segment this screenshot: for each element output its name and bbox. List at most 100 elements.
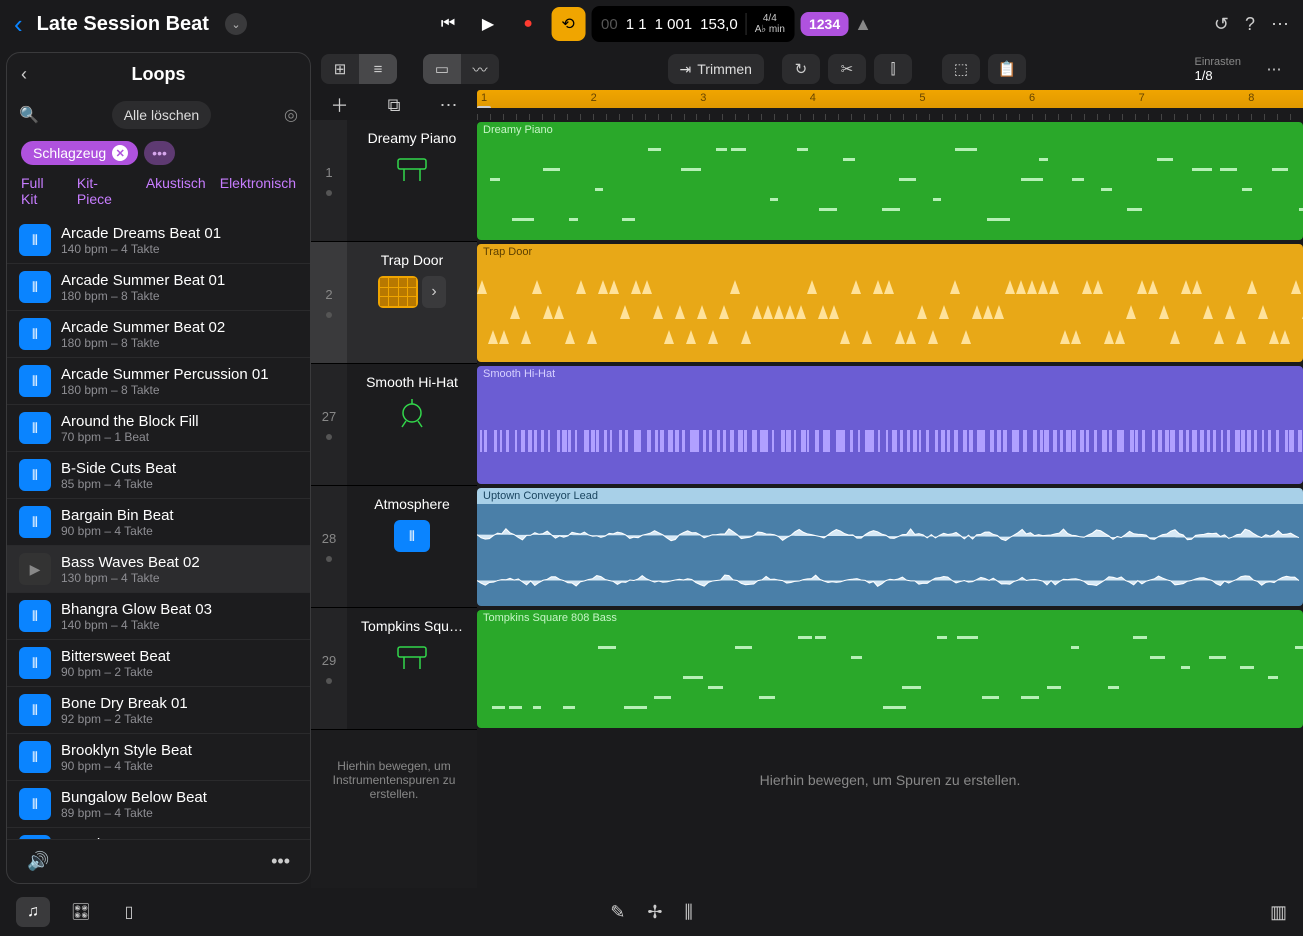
subtag-3[interactable]: Elektronisch xyxy=(220,175,296,207)
track-number: 27 xyxy=(322,409,336,424)
empty-region-hint[interactable]: Hierhin bewegen, um Spuren zu erstellen. xyxy=(477,730,1303,830)
loop-type-icon: ⫴ xyxy=(19,647,51,679)
pencil-tool-button[interactable]: ✎ xyxy=(610,902,625,923)
loop-type-icon: ⫴ xyxy=(19,694,51,726)
add-track-button[interactable]: ＋ xyxy=(331,92,349,118)
track-more-button[interactable]: ⋯ xyxy=(1255,54,1293,84)
loop-item[interactable]: ▶ Bass Waves Beat 02 130 bpm – 4 Takte xyxy=(7,546,310,593)
loop-item[interactable]: ⫴ Canal For Days Beat 01 160 bpm – 8 Bar… xyxy=(7,828,310,839)
active-tag-pill[interactable]: Schlagzeug ✕ xyxy=(21,141,138,165)
loop-item[interactable]: ⫴ Arcade Dreams Beat 01 140 bpm – 4 Takt… xyxy=(7,217,310,264)
metronome-button[interactable]: ▲ xyxy=(854,14,872,35)
filter-icon[interactable]: ◎ xyxy=(284,105,298,125)
loop-meta: 90 bpm – 2 Takte xyxy=(61,665,170,679)
time-signature: 4/4 xyxy=(763,13,777,24)
play-button[interactable]: ▶ xyxy=(471,7,505,41)
loop-meta: 180 bpm – 8 Takte xyxy=(61,289,225,303)
undo-button[interactable]: ↺ xyxy=(1214,14,1229,35)
lcd-tempo: 153,0 xyxy=(700,16,738,33)
mixer-button[interactable]: 🎛 xyxy=(64,897,98,927)
keyboard-button[interactable]: ▥ xyxy=(1270,902,1287,923)
sliders-icon[interactable]: ⫼ xyxy=(684,902,692,923)
loop-item[interactable]: ⫴ Brooklyn Style Beat 90 bpm – 4 Takte xyxy=(7,734,310,781)
grid-view-button[interactable]: ⊞ xyxy=(321,54,359,84)
back-button[interactable]: ‹ xyxy=(14,9,23,40)
track-name: Tompkins Squ… xyxy=(361,618,463,634)
editor-button[interactable]: ▯ xyxy=(112,897,146,927)
track-header[interactable]: 29 Tompkins Squ… xyxy=(311,608,477,730)
subtag-1[interactable]: Kit-Piece xyxy=(77,175,132,207)
snap-selector[interactable]: Einrasten 1/8 xyxy=(1195,56,1241,83)
loop-item[interactable]: ⫴ Arcade Summer Beat 01 180 bpm – 8 Takt… xyxy=(7,264,310,311)
loop-meta: 180 bpm – 8 Takte xyxy=(61,383,269,397)
volume-icon[interactable]: 🔊 xyxy=(27,851,49,872)
project-menu-button[interactable]: ⌄ xyxy=(225,13,247,35)
loop-meta: 130 bpm – 4 Takte xyxy=(61,571,200,585)
lcd-bars: 1 1 xyxy=(626,16,647,33)
scissors-tool-button[interactable]: ✂ xyxy=(828,54,866,84)
loop-type-icon: ⫴ xyxy=(19,506,51,538)
help-button[interactable]: ? xyxy=(1245,14,1255,35)
ruler-mark: 6 xyxy=(1029,92,1035,104)
audio-loop-icon: ⫴ xyxy=(394,520,430,552)
expand-chevron-icon[interactable]: › xyxy=(422,276,446,308)
region[interactable]: Uptown Conveyor Lead xyxy=(477,488,1303,606)
remove-tag-icon[interactable]: ✕ xyxy=(112,145,128,161)
clipboard-button[interactable]: 📋 xyxy=(988,54,1026,84)
region[interactable]: Smooth Hi-Hat xyxy=(477,366,1303,484)
region[interactable]: Trap Door xyxy=(477,244,1303,362)
settings-icon[interactable]: ✢ xyxy=(647,902,662,923)
trim-tool-button[interactable]: ⇥ Trimmen xyxy=(668,54,764,84)
cycle-button[interactable]: ⟲ xyxy=(551,7,585,41)
count-in-button[interactable]: 1234 xyxy=(801,12,848,36)
duplicate-track-button[interactable]: ⧉ xyxy=(388,95,401,116)
region[interactable]: Dreamy Piano xyxy=(477,122,1303,240)
loop-item[interactable]: ⫴ Bhangra Glow Beat 03 140 bpm – 4 Takte xyxy=(7,593,310,640)
loop-tool-button[interactable]: ↻ xyxy=(782,54,820,84)
loop-item[interactable]: ⫴ Arcade Summer Beat 02 180 bpm – 8 Takt… xyxy=(7,311,310,358)
loop-item[interactable]: ⫴ Bone Dry Break 01 92 bpm – 2 Takte xyxy=(7,687,310,734)
loop-item[interactable]: ⫴ B-Side Cuts Beat 85 bpm – 4 Takte xyxy=(7,452,310,499)
loop-item[interactable]: ⫴ Bittersweet Beat 90 bpm – 2 Takte xyxy=(7,640,310,687)
loop-item[interactable]: ⫴ Bargain Bin Beat 90 bpm – 4 Takte xyxy=(7,499,310,546)
region[interactable]: Tompkins Square 808 Bass xyxy=(477,610,1303,728)
list-view-button[interactable]: ≡ xyxy=(359,54,397,84)
split-tool-button[interactable]: ⫿ xyxy=(874,54,912,84)
instrument-icon xyxy=(392,154,432,186)
loop-type-icon: ⫴ xyxy=(19,459,51,491)
loop-type-icon: ⫴ xyxy=(19,318,51,350)
track-header-more-button[interactable]: ⋯ xyxy=(439,95,457,116)
loops-more-icon[interactable]: ••• xyxy=(271,851,290,872)
tag-more-button[interactable]: ••• xyxy=(144,141,175,165)
more-button[interactable]: ⋯ xyxy=(1271,14,1289,35)
loop-item[interactable]: ⫴ Bungalow Below Beat 89 bpm – 4 Takte xyxy=(7,781,310,828)
timeline-ruler[interactable]: 12345678 xyxy=(477,90,1303,120)
trim-label: Trimmen xyxy=(697,61,752,77)
subtag-0[interactable]: Full Kit xyxy=(21,175,63,207)
browser-button[interactable]: ♫ xyxy=(16,897,50,927)
loop-item[interactable]: ⫴ Around the Block Fill 70 bpm – 1 Beat xyxy=(7,405,310,452)
track-status-dot xyxy=(326,190,332,196)
ruler-mark: 4 xyxy=(810,92,816,104)
loop-type-icon: ⫴ xyxy=(19,741,51,773)
loop-name: Bargain Bin Beat xyxy=(61,507,174,524)
track-header[interactable]: 27 Smooth Hi-Hat xyxy=(311,364,477,486)
ruler-mark: 2 xyxy=(591,92,597,104)
loop-type-icon: ⫴ xyxy=(19,271,51,303)
track-header[interactable]: 28 Atmosphere⫴ xyxy=(311,486,477,608)
rewind-button[interactable]: ⏮ xyxy=(431,7,465,41)
lcd-display[interactable]: 00 1 1 1 001 153,0 4/4 A♭ min xyxy=(591,6,795,42)
loops-back-button[interactable]: ‹ xyxy=(21,64,27,85)
clear-all-button[interactable]: Alle löschen xyxy=(112,101,212,129)
record-button[interactable]: ● xyxy=(511,7,545,41)
track-header[interactable]: 2 Trap Door› xyxy=(311,242,477,364)
region-view-button[interactable]: ▭ xyxy=(423,54,461,84)
marquee-tool-button[interactable]: ⬚ xyxy=(942,54,980,84)
loop-item[interactable]: ⫴ Arcade Summer Percussion 01 180 bpm – … xyxy=(7,358,310,405)
subtag-2[interactable]: Akustisch xyxy=(146,175,206,207)
empty-track-header-hint[interactable]: Hierhin bewegen, um Instrumentenspuren z… xyxy=(311,730,477,830)
track-header[interactable]: 1 Dreamy Piano xyxy=(311,120,477,242)
automation-view-button[interactable]: 〰 xyxy=(461,54,499,84)
search-icon[interactable]: 🔍 xyxy=(19,105,39,125)
loop-name: Bone Dry Break 01 xyxy=(61,695,188,712)
